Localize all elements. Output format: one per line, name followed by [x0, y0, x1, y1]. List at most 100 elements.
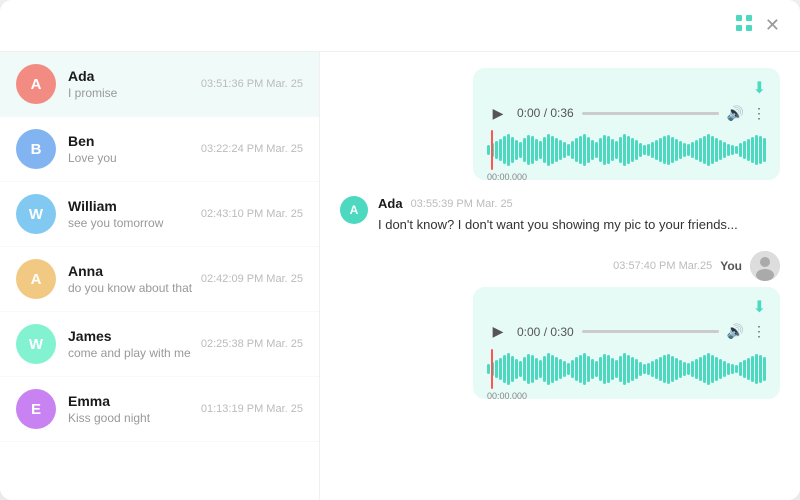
waveform-bar — [631, 357, 634, 381]
play-button[interactable]: ▶ — [487, 321, 509, 343]
chat-item-anna[interactable]: A Anna do you know about that 02:42:09 P… — [0, 247, 319, 312]
waveform-bar — [511, 137, 514, 163]
download-icon[interactable]: ⬇ — [753, 297, 766, 317]
chat-name-ada: Ada — [68, 68, 193, 84]
waveform-bar — [699, 357, 702, 381]
waveform-bar — [623, 134, 626, 166]
waveform-bar — [739, 362, 742, 376]
waveform-bar — [519, 361, 522, 377]
waveform-bar — [747, 139, 750, 161]
waveform-bar — [763, 357, 766, 381]
audio-progress-bar[interactable] — [582, 112, 719, 115]
waveform-bar — [755, 135, 758, 165]
waveform-bar — [587, 137, 590, 163]
waveform-bar — [539, 141, 542, 159]
audio-bubble: ⬇ ▶ 0:00 / 0:36 🔊 ⋮ 00:00.000 — [473, 68, 780, 180]
waveform-bar — [487, 145, 490, 155]
message-timestamp: 03:55:39 PM Mar. 25 — [411, 198, 513, 210]
waveform-bar — [547, 353, 550, 385]
waveform-bar — [703, 355, 706, 383]
chat-name-james: James — [68, 328, 193, 344]
more-icon[interactable]: ⋮ — [752, 323, 766, 340]
audio-time: 0:00 / 0:36 — [517, 106, 574, 120]
chat-item-ada[interactable]: A Ada I promise 03:51:36 PM Mar. 25 — [0, 52, 319, 117]
waveform-bar — [511, 356, 514, 382]
chat-name-william: William — [68, 198, 193, 214]
chat-name-ben: Ben — [68, 133, 193, 149]
waveform-bar — [675, 139, 678, 161]
waveform-bar — [595, 142, 598, 158]
grid-icon[interactable] — [735, 14, 753, 37]
waveform-bar — [763, 138, 766, 162]
chat-item-william[interactable]: W William see you tomorrow 02:43:10 PM M… — [0, 182, 319, 247]
waveform-bar — [715, 357, 718, 381]
waveform-bar — [495, 360, 498, 378]
waveform-bar — [611, 358, 614, 380]
waveform-bar — [647, 363, 650, 375]
chat-info-emma: Emma Kiss good night — [68, 393, 193, 425]
download-icon[interactable]: ⬇ — [753, 78, 766, 98]
waveform-bar — [751, 356, 754, 382]
more-icon[interactable]: ⋮ — [752, 105, 766, 122]
waveform-bar — [735, 365, 738, 373]
waveform-bar — [611, 139, 614, 161]
waveform-bar — [591, 140, 594, 160]
chat-time-james: 02:25:38 PM Mar. 25 — [201, 338, 303, 350]
close-icon[interactable]: ✕ — [765, 15, 780, 36]
waveform-bar — [651, 361, 654, 377]
waveform-bar — [719, 359, 722, 379]
outgoing-timestamp: 03:57:40 PM Mar.25 — [613, 260, 712, 272]
chat-name-anna: Anna — [68, 263, 193, 279]
waveform-bar — [515, 140, 518, 160]
waveform-bar — [703, 136, 706, 164]
audio-controls: ▶ 0:00 / 0:36 🔊 ⋮ — [487, 102, 766, 124]
waveform-bar — [663, 355, 666, 383]
play-button[interactable]: ▶ — [487, 102, 509, 124]
playhead-line — [491, 130, 493, 170]
volume-icon[interactable]: 🔊 — [727, 323, 744, 340]
waveform-bar — [643, 364, 646, 374]
waveform-bar — [599, 357, 602, 381]
waveform-bar — [503, 355, 506, 383]
waveform-bar — [707, 134, 710, 166]
waveform-bar — [731, 364, 734, 374]
waveform-bar — [635, 140, 638, 160]
waveform-bar — [683, 362, 686, 376]
audio-time: 0:00 / 0:30 — [517, 325, 574, 339]
waveform-bar — [559, 140, 562, 160]
avatar-ada: A — [16, 64, 56, 104]
waveform-bar — [663, 136, 666, 164]
waveform-bar — [711, 136, 714, 164]
chat-item-ben[interactable]: B Ben Love you 03:22:24 PM Mar. 25 — [0, 117, 319, 182]
waveform-bar — [647, 144, 650, 156]
waveform-bar — [507, 353, 510, 385]
user-avatar — [750, 251, 780, 281]
waveform-bar — [591, 359, 594, 379]
chat-time-emma: 01:13:19 PM Mar. 25 — [201, 403, 303, 415]
avatar-james: W — [16, 324, 56, 364]
waveform: 00:00.000 — [487, 130, 766, 170]
waveform-bar — [639, 362, 642, 376]
waveform-bar — [751, 137, 754, 163]
waveform-bar — [639, 143, 642, 157]
waveform-bar — [727, 144, 730, 156]
waveform-bar — [747, 358, 750, 380]
audio-progress-bar[interactable] — [582, 330, 719, 333]
chat-preview-james: come and play with me — [68, 346, 193, 360]
avatar-william: W — [16, 194, 56, 234]
waveform-bar — [551, 355, 554, 383]
waveform-bar — [759, 355, 762, 383]
waveform-bar — [723, 142, 726, 158]
waveform-bar — [567, 363, 570, 375]
waveform-bar — [587, 356, 590, 382]
waveform-bar — [675, 358, 678, 380]
waveform-bar — [487, 364, 490, 374]
chat-item-james[interactable]: W James come and play with me 02:25:38 P… — [0, 312, 319, 377]
waveform-bar — [659, 138, 662, 162]
volume-icon[interactable]: 🔊 — [727, 105, 744, 122]
chat-time-ada: 03:51:36 PM Mar. 25 — [201, 78, 303, 90]
chat-item-emma[interactable]: E Emma Kiss good night 01:13:19 PM Mar. … — [0, 377, 319, 442]
chat-list: A Ada I promise 03:51:36 PM Mar. 25 B Be… — [0, 52, 320, 500]
waveform-bar — [495, 141, 498, 159]
waveform-bar — [623, 353, 626, 385]
